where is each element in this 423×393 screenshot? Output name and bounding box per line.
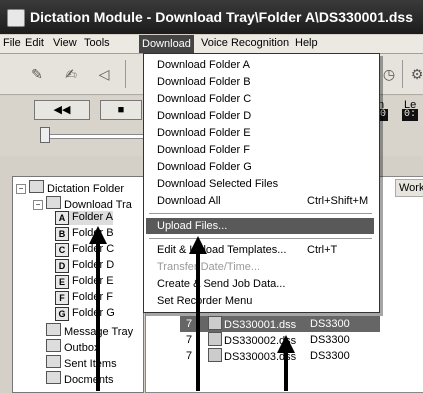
menu-item-download-folder-a[interactable]: Download Folder A — [157, 59, 250, 71]
audio-file-icon — [208, 316, 222, 330]
annotation-arrowhead — [277, 335, 295, 353]
settings-icon[interactable]: ⚙ — [408, 66, 423, 82]
menu-item-create-send-job-data[interactable]: Create & Send Job Data... — [157, 278, 285, 290]
menu-item-download-all[interactable]: Download All Ctrl+Shift+M — [157, 195, 369, 207]
tree-item-folder-e[interactable]: E Folder E — [55, 275, 114, 289]
edit-icon[interactable]: ✍ — [62, 66, 80, 82]
toolbar-separator — [125, 60, 126, 88]
window-title: Dictation Module - Download Tray\Folder … — [30, 9, 414, 25]
tree-item-folder-c[interactable]: C Folder C — [55, 243, 114, 257]
pen-icon[interactable]: ✎ — [28, 66, 46, 82]
device-name: DS3300 — [310, 350, 350, 362]
tree-item-folder-a[interactable]: A Folder A — [55, 211, 113, 225]
collapse-icon[interactable]: − — [33, 200, 43, 210]
speaker-icon[interactable]: ◁ — [95, 66, 113, 82]
menu-item-download-folder-f[interactable]: Download Folder F — [157, 144, 250, 156]
column-header-work[interactable]: Work — [395, 179, 423, 197]
toolbar-separator — [402, 60, 403, 88]
tree-item-outbox[interactable]: Outbox — [46, 339, 99, 354]
annotation-arrow — [284, 352, 288, 391]
folder-tree: − Dictation Folder − Download Tra A Folder … — [12, 176, 144, 393]
device-name: DS3300 — [310, 318, 350, 330]
device-name: DS3300 — [310, 334, 350, 346]
folder-c-icon: C — [55, 243, 69, 257]
tree-item-download-tray[interactable]: − Download Tra — [33, 196, 132, 211]
title-bar: Dictation Module - Download Tray\Folder … — [0, 0, 423, 34]
menu-download[interactable]: Download — [139, 35, 194, 53]
tree-item-folder-f[interactable]: F Folder F — [55, 291, 113, 305]
app-icon — [7, 9, 25, 27]
collapse-icon[interactable]: − — [16, 184, 26, 194]
menu-item-set-recorder-menu[interactable]: Set Recorder Menu — [157, 295, 252, 307]
rewind-button[interactable]: ◀◀ — [34, 100, 90, 120]
row-col1: 7 — [186, 334, 193, 346]
menu-item-download-folder-c[interactable]: Download Folder C — [157, 93, 251, 105]
folder-a-icon: A — [55, 211, 69, 225]
tree-item-dictation-folder[interactable]: − Dictation Folder — [16, 180, 124, 195]
tree-item-documents[interactable]: Docments — [46, 371, 114, 386]
file-row[interactable]: 7 DS330001.dss DS3300 — [180, 316, 380, 332]
folder-g-icon: G — [55, 307, 69, 321]
position-slider-thumb[interactable] — [40, 127, 50, 143]
menu-file[interactable]: File — [3, 37, 21, 49]
tree-item-message-tray[interactable]: Message Tray — [46, 323, 133, 338]
menu-separator — [149, 238, 372, 239]
menu-item-upload-files[interactable]: Upload Files... — [157, 220, 227, 232]
menu-item-download-folder-e[interactable]: Download Folder E — [157, 127, 251, 139]
menu-bar: File Edit View Tools Download Voice Reco… — [0, 35, 423, 54]
tray-icon — [46, 196, 61, 209]
menu-tools[interactable]: Tools — [84, 37, 110, 49]
shortcut-label: Ctrl+Shift+M — [307, 195, 369, 207]
outbox-icon — [46, 339, 61, 352]
folder-b-icon: B — [55, 227, 69, 241]
folder-d-icon: D — [55, 259, 69, 273]
stop-button[interactable]: ■ — [100, 100, 142, 120]
position-slider-track[interactable] — [40, 134, 152, 139]
menu-item-download-folder-g[interactable]: Download Folder G — [157, 161, 252, 173]
tree-item-folder-d[interactable]: D Folder D — [55, 259, 114, 273]
annotation-arrow — [96, 243, 100, 391]
row-col1: 7 — [186, 350, 193, 362]
annotation-arrow — [196, 253, 200, 391]
menu-edit[interactable]: Edit — [25, 37, 44, 49]
audio-file-icon — [208, 332, 222, 346]
folder-f-icon: F — [55, 291, 69, 305]
shortcut-label: Ctrl+T — [307, 244, 338, 256]
clock-icon[interactable]: ◷ — [380, 66, 398, 82]
tree-item-folder-g[interactable]: G Folder G — [55, 307, 115, 321]
row-col1: 7 — [186, 318, 193, 330]
menu-view[interactable]: View — [53, 37, 77, 49]
menu-item-download-folder-b[interactable]: Download Folder B — [157, 76, 251, 88]
sent-items-icon — [46, 355, 61, 368]
menu-voice-recognition[interactable]: Voice Recognition — [201, 37, 289, 49]
annotation-arrowhead — [189, 236, 207, 254]
menu-item-transfer-date-time: Transfer Date/Time... — [157, 261, 261, 273]
menu-item-download-folder-d[interactable]: Download Folder D — [157, 110, 251, 122]
message-tray-icon — [46, 323, 61, 336]
folder-e-icon: E — [55, 275, 69, 289]
tree-item-sent-items[interactable]: Sent Items — [46, 355, 117, 370]
counter-display-2: 0: — [402, 109, 419, 121]
annotation-arrowhead — [89, 226, 107, 244]
documents-icon — [46, 371, 61, 384]
folder-icon — [29, 180, 44, 193]
audio-file-icon — [208, 348, 222, 362]
menu-item-download-selected-files[interactable]: Download Selected Files — [157, 178, 278, 190]
menu-help[interactable]: Help — [295, 37, 318, 49]
file-name: DS330001.dss — [224, 319, 297, 331]
menu-separator — [149, 213, 372, 214]
download-menu: Download Folder A Download Folder B Down… — [143, 53, 380, 313]
